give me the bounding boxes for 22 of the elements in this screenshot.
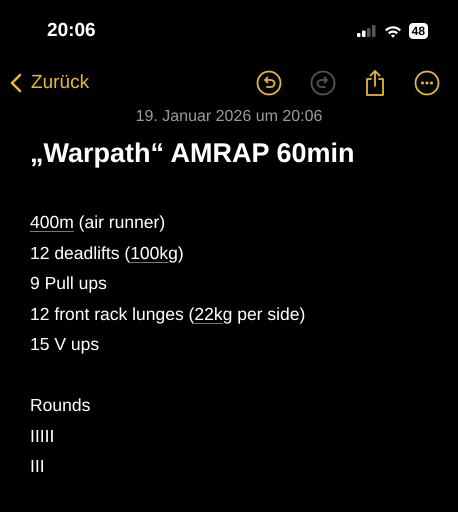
more-icon[interactable] (414, 70, 440, 96)
note-line: III (30, 455, 46, 478)
detected-link[interactable]: 400m (30, 212, 74, 232)
share-icon[interactable] (364, 69, 386, 97)
note-line: 400m (air runner) (30, 211, 166, 234)
chevron-left-icon (10, 73, 22, 93)
note-line: IIIII (30, 424, 56, 448)
note-line: 12 front rack lunges (22kg per side) (30, 302, 306, 326)
note-title: „Warpath“ AMRAP 60min (29, 137, 356, 169)
wifi-icon (384, 24, 402, 38)
note-line: 15 V ups (30, 333, 100, 356)
note-line: 9 Pull ups (30, 272, 108, 295)
detected-link[interactable]: 100kg (130, 242, 178, 262)
note-date: 19. Januar 2026 um 20:06 (134, 108, 324, 126)
back-button[interactable]: Zurück (10, 72, 90, 94)
detected-link[interactable]: 22kg (194, 304, 232, 324)
note-line: 12 deadlifts (100kg) (30, 242, 185, 265)
signal-icon (356, 25, 377, 37)
note-line: Rounds (30, 394, 92, 417)
undo-icon[interactable] (256, 70, 282, 96)
status-time: 20:06 (47, 20, 96, 42)
battery-indicator: 48 (408, 23, 428, 39)
